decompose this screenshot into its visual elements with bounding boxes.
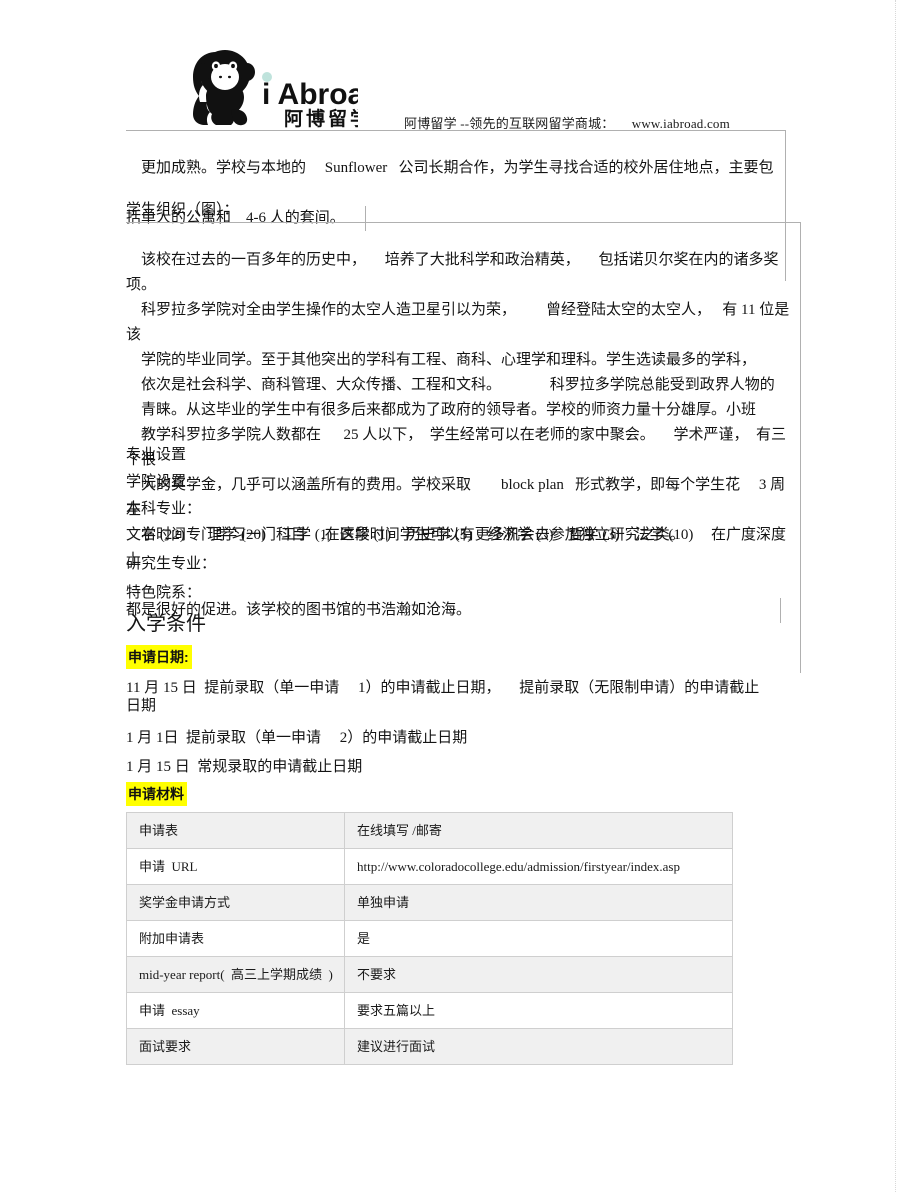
application-date-line-2: 1 月 1日 提前录取（单一申请 2）的申请截止日期 [126,730,468,746]
label-undergraduate-majors: 本科专业： [126,501,202,517]
heading-admission-requirements: 入学条件 [126,613,206,635]
application-date-line-3: 1 月 15 日 常规录取的申请截止日期 [126,759,363,775]
logo-wordmark-cn: 阿博留学 [284,107,358,128]
table-row: 奖学金申请方式 单独申请 [126,884,733,921]
iabroad-logo: i Abroad 阿博留学 [186,44,358,128]
application-date-line-1-cont: 日期 [126,698,157,714]
row-label: mid-year report( 高三上学期成绩 ) [126,956,345,993]
row-value: 不要求 [344,956,733,993]
application-materials-table: 申请表 在线填写 /邮寄 申请 URL http://www.coloradoc… [126,812,733,1065]
table-row: 附加申请表 是 [126,920,733,957]
table-row: mid-year report( 高三上学期成绩 ) 不要求 [126,956,733,993]
section-title-programs: 专业设置 [126,447,187,463]
badge-application-materials: 申请材料 [126,782,187,806]
row-value: http://www.coloradocollege.edu/admission… [344,848,733,885]
table-body: 申请表 在线填写 /邮寄 申请 URL http://www.coloradoc… [126,812,733,1065]
row-label: 申请表 [126,812,345,849]
main-line-5: 青睐。从这毕业的学生中有很多后来都成为了政府的领导者。学校的师资力量十分雄厚。小… [141,402,757,418]
main-line-4: 依次是社会科学、商科管理、大众传播、工程和文科。 科罗拉多学院总能受到政界人物的 [141,377,775,393]
row-value: 在线填写 /邮寄 [344,812,733,849]
label-college-setup: 学院设置： [126,474,202,490]
main-line-2: 科罗拉多学院对全由学生操作的太空人造卫星引以为荣， 曾经登陆太空的太空人， 有 … [126,302,790,343]
housing-line-1: 更加成熟。学校与本地的 Sunflower 公司长期合作，为学生寻找合适的校外居… [141,160,774,176]
main-line-1: 该校在过去的一百多年的历史中， 培养了大批科学和政治精英， 包括诺贝尔奖在内的诸… [126,252,779,293]
gorilla-icon: i Abroad 阿博留学 [193,50,358,128]
row-label: 申请 essay [126,992,345,1029]
logo-wordmark-en: i Abroad [262,78,358,111]
main-line-3: 学院的毕业同学。至于其他突出的学科有工程、商科、心理学和理科。学生选读最多的学科… [141,352,757,368]
label-student-organization: 学生组织（图）： [126,202,239,218]
table-row: 面试要求 建议进行面试 [126,1028,733,1065]
label-graduate-majors: 研究生专业： [126,556,217,572]
row-value: 要求五篇以上 [344,992,733,1029]
row-label: 面试要求 [126,1028,345,1065]
majors-list: 文学 (22) 理学 (20) 工学 (1) 医学 (1) 历史学 (5) 经济… [126,527,694,543]
row-label: 申请 URL [126,848,345,885]
table-row: 申请 essay 要求五篇以上 [126,992,733,1029]
label-featured-departments: 特色院系： [126,585,202,601]
row-value: 单独申请 [344,884,733,921]
badge-application-dates: 申请日期: [126,645,192,669]
right-margin-guide [895,0,896,1192]
table-row: 申请 URL http://www.coloradocollege.edu/ad… [126,848,733,885]
row-label: 奖学金申请方式 [126,884,345,921]
page-header: i Abroad 阿博留学 阿博留学 --领先的互联网留学商城： www.iab… [0,0,920,131]
row-value: 是 [344,920,733,957]
row-value: 建议进行面试 [344,1028,733,1065]
table-row: 申请表 在线填写 /邮寄 [126,812,733,849]
row-label: 附加申请表 [126,920,345,957]
document-page: i Abroad 阿博留学 阿博留学 --领先的互联网留学商城： www.iab… [0,0,920,1192]
